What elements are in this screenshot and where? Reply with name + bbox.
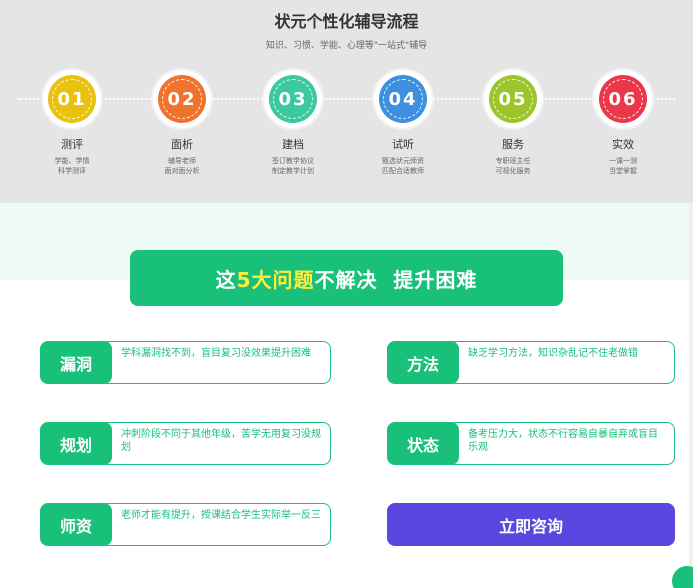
- process-subtitle: 知识、习惯、学能、心理等"一站式"辅导: [265, 41, 428, 51]
- problem-item-planning: 规划 冲刺阶段不同于其他年级，苦学无用复习没规划: [40, 422, 331, 465]
- corner-decoration: [672, 566, 693, 588]
- step-desc-line: 科学测评: [58, 167, 86, 175]
- problem-item-teachers: 师资 老师才能有提升，授课结合学生实际举一反三: [40, 503, 331, 546]
- problem-text: 冲刺阶段不同于其他年级，苦学无用复习没规划: [100, 422, 331, 465]
- problem-tag: 漏洞: [40, 341, 112, 384]
- step-description: 一课一测 当堂掌握: [578, 156, 668, 176]
- process-step-3: 03 建档 签订教学协议 制定教学计划: [248, 70, 338, 176]
- process-step-5: 05 服务 专职班主任 可视化服务: [468, 70, 558, 176]
- problem-text: 备考压力大，状态不行容易自暴自弃或盲目乐观: [447, 422, 675, 465]
- step-name: 实效: [612, 138, 634, 151]
- step-desc-line: 甄选状元师资: [382, 157, 424, 165]
- problem-tag: 规划: [40, 422, 112, 465]
- step-ring: 01: [43, 70, 101, 128]
- step-ring: 02: [153, 70, 211, 128]
- step-description: 辅导老师 面对面分析: [137, 156, 227, 176]
- step-ring: 05: [484, 70, 542, 128]
- problem-item-state: 状态 备考压力大，状态不行容易自暴自弃或盲目乐观: [387, 422, 675, 465]
- step-number: 02: [167, 88, 197, 110]
- consult-now-button[interactable]: 立即咨询: [387, 503, 675, 546]
- banner-prefix: 这: [215, 267, 237, 292]
- step-desc-line: 当堂掌握: [609, 167, 637, 175]
- step-description: 专职班主任 可视化服务: [468, 156, 558, 176]
- step-ring: 04: [374, 70, 432, 128]
- problems-banner: 这 5大问题 不解决 提升困难: [130, 250, 563, 306]
- step-number-badge: 04: [379, 75, 427, 123]
- step-number: 03: [278, 88, 308, 110]
- step-number: 05: [498, 88, 528, 110]
- step-number: 01: [57, 88, 87, 110]
- step-name: 试听: [392, 138, 414, 151]
- step-number-badge: 06: [599, 75, 647, 123]
- step-number-badge: 02: [158, 75, 206, 123]
- step-desc-line: 一课一测: [609, 157, 637, 165]
- process-section: 状元个性化辅导流程 知识、习惯、学能、心理等"一站式"辅导 01 测评 学能、学…: [0, 0, 693, 203]
- banner-suffix: 不解决 提升困难: [314, 267, 478, 292]
- step-desc-line: 可视化服务: [495, 167, 531, 175]
- process-step-4: 04 试听 甄选状元师资 匹配合适教师: [358, 70, 448, 176]
- problem-item-method: 方法 缺乏学习方法，知识杂乱记不住老做错: [387, 341, 675, 384]
- problem-text: 缺乏学习方法，知识杂乱记不住老做错: [447, 341, 675, 384]
- step-desc-line: 匹配合适教师: [382, 167, 424, 175]
- problem-tag: 师资: [40, 503, 112, 546]
- step-number: 06: [608, 88, 638, 110]
- right-edge-bar: [689, 203, 693, 588]
- step-name: 测评: [61, 138, 83, 151]
- step-description: 学能、学情 科学测评: [27, 156, 117, 176]
- step-number: 04: [388, 88, 418, 110]
- problem-text: 学科漏洞找不到，盲目复习没效果提升困难: [100, 341, 331, 384]
- step-desc-line: 制定教学计划: [272, 167, 314, 175]
- step-desc-line: 学能、学情: [54, 157, 90, 165]
- process-step-6: 06 实效 一课一测 当堂掌握: [578, 70, 668, 176]
- problem-item-loophole: 漏洞 学科漏洞找不到，盲目复习没效果提升困难: [40, 341, 331, 384]
- step-desc-line: 辅导老师: [168, 157, 196, 165]
- step-desc-line: 面对面分析: [164, 167, 200, 175]
- step-name: 面析: [171, 138, 193, 151]
- step-number-badge: 03: [269, 75, 317, 123]
- banner-highlight: 5大问题: [236, 267, 315, 292]
- step-name: 建档: [282, 138, 304, 151]
- step-name: 服务: [502, 138, 524, 151]
- process-title: 状元个性化辅导流程: [274, 12, 419, 31]
- step-description: 签订教学协议 制定教学计划: [248, 156, 338, 176]
- step-number-badge: 01: [48, 75, 96, 123]
- step-number-badge: 05: [489, 75, 537, 123]
- step-description: 甄选状元师资 匹配合适教师: [358, 156, 448, 176]
- problem-text: 老师才能有提升，授课结合学生实际举一反三: [100, 503, 331, 546]
- problem-tag: 方法: [387, 341, 459, 384]
- process-step-2: 02 面析 辅导老师 面对面分析: [137, 70, 227, 176]
- step-desc-line: 专职班主任: [495, 157, 531, 165]
- problem-tag: 状态: [387, 422, 459, 465]
- process-step-1: 01 测评 学能、学情 科学测评: [27, 70, 117, 176]
- step-ring: 03: [264, 70, 322, 128]
- step-desc-line: 签订教学协议: [272, 157, 314, 165]
- step-ring: 06: [594, 70, 652, 128]
